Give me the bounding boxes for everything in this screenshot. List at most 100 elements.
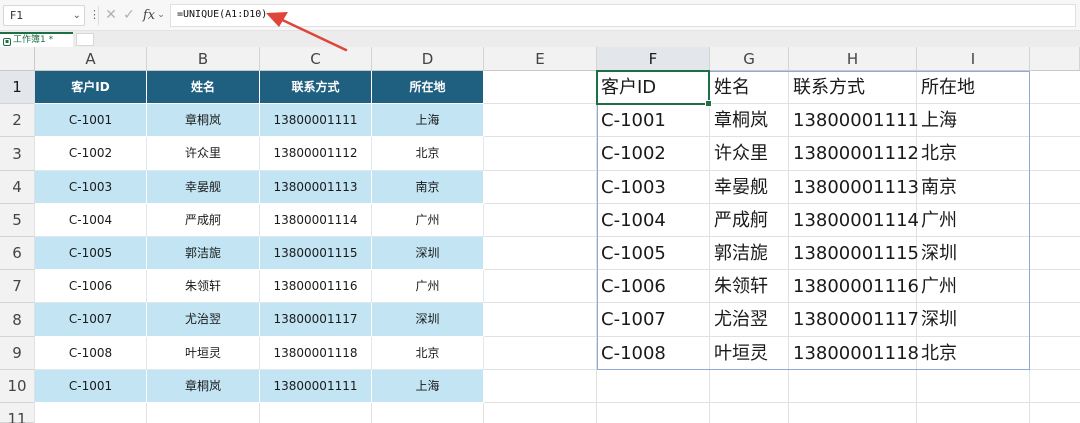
table-cell[interactable]: 严成舸: [147, 204, 260, 237]
result-cell[interactable]: 严成舸: [710, 204, 789, 237]
result-cell[interactable]: 章桐岚: [710, 104, 789, 137]
column-header-d[interactable]: D: [372, 47, 484, 71]
table-cell[interactable]: C-1002: [35, 137, 147, 171]
column-header-c[interactable]: C: [260, 47, 372, 71]
row-header-3[interactable]: 3: [0, 137, 35, 171]
result-cell[interactable]: C-1003: [597, 171, 710, 204]
insert-function-icon[interactable]: fx: [141, 6, 157, 25]
result-cell[interactable]: 朱领轩: [710, 270, 789, 303]
table-cell[interactable]: 13800001117: [260, 303, 372, 337]
column-header-e[interactable]: E: [484, 47, 597, 71]
result-header-cell[interactable]: 姓名: [710, 71, 789, 104]
result-cell[interactable]: C-1001: [597, 104, 710, 137]
table-cell[interactable]: 北京: [372, 337, 484, 370]
result-cell[interactable]: 13800001112: [789, 137, 919, 171]
result-cell[interactable]: 叶垣灵: [710, 337, 789, 370]
result-header-cell[interactable]: 客户ID: [597, 71, 710, 104]
table-cell[interactable]: 幸晏舰: [147, 171, 260, 204]
table-cell[interactable]: 广州: [372, 204, 484, 237]
column-header-i[interactable]: I: [917, 47, 1030, 71]
row-header-6[interactable]: 6: [0, 237, 35, 270]
table-cell[interactable]: 13800001115: [260, 237, 372, 270]
result-cell[interactable]: 广州: [917, 270, 1030, 303]
row-header-10[interactable]: 10: [0, 370, 35, 403]
row-header-2[interactable]: 2: [0, 104, 35, 137]
table-cell[interactable]: 章桐岚: [147, 104, 260, 137]
result-cell[interactable]: 13800001115: [789, 237, 919, 270]
table-cell[interactable]: 南京: [372, 171, 484, 204]
table-cell[interactable]: 13800001116: [260, 270, 372, 303]
table-header-cell[interactable]: 客户ID: [35, 71, 147, 104]
table-cell[interactable]: 13800001113: [260, 171, 372, 204]
row-header-4[interactable]: 4: [0, 171, 35, 204]
result-cell[interactable]: 幸晏舰: [710, 171, 789, 204]
more-options-icon[interactable]: ⋮: [89, 8, 100, 22]
result-cell[interactable]: C-1005: [597, 237, 710, 270]
table-cell[interactable]: 朱领轩: [147, 270, 260, 303]
new-tab-button[interactable]: [76, 33, 94, 46]
table-cell[interactable]: 叶垣灵: [147, 337, 260, 370]
row-header-7[interactable]: 7: [0, 270, 35, 303]
result-cell[interactable]: 北京: [917, 137, 1030, 171]
row-header-1[interactable]: 1: [0, 71, 35, 104]
result-cell[interactable]: 13800001116: [789, 270, 919, 303]
table-cell[interactable]: C-1001: [35, 370, 147, 403]
result-cell[interactable]: 南京: [917, 171, 1030, 204]
result-cell[interactable]: 深圳: [917, 303, 1030, 337]
result-header-cell[interactable]: 所在地: [917, 71, 1030, 104]
table-header-cell[interactable]: 所在地: [372, 71, 484, 104]
table-cell[interactable]: 13800001114: [260, 204, 372, 237]
result-header-cell[interactable]: 联系方式: [789, 71, 917, 104]
table-cell[interactable]: C-1001: [35, 104, 147, 137]
select-all-corner[interactable]: [0, 47, 35, 71]
column-header-b[interactable]: B: [147, 47, 260, 71]
name-box[interactable]: F1 ⌄: [3, 5, 85, 26]
table-cell[interactable]: C-1006: [35, 270, 147, 303]
table-cell[interactable]: 13800001111: [260, 104, 372, 137]
table-cell[interactable]: C-1008: [35, 337, 147, 370]
row-header-8[interactable]: 8: [0, 303, 35, 337]
table-cell[interactable]: C-1005: [35, 237, 147, 270]
result-cell[interactable]: 许众里: [710, 137, 789, 171]
column-header-f[interactable]: F: [597, 47, 710, 71]
result-cell[interactable]: 13800001111: [789, 104, 919, 137]
table-cell[interactable]: 深圳: [372, 303, 484, 337]
result-cell[interactable]: 13800001114: [789, 204, 919, 237]
table-header-cell[interactable]: 姓名: [147, 71, 260, 104]
table-cell[interactable]: 13800001112: [260, 137, 372, 171]
table-cell[interactable]: 许众里: [147, 137, 260, 171]
formula-input[interactable]: =UNIQUE(A1:D10): [170, 4, 1076, 27]
table-cell[interactable]: 13800001118: [260, 337, 372, 370]
sheet-tab-active[interactable]: ▪ 工作簿1 *: [0, 32, 73, 47]
result-cell[interactable]: C-1006: [597, 270, 710, 303]
table-cell[interactable]: 13800001111: [260, 370, 372, 403]
result-cell[interactable]: 13800001113: [789, 171, 919, 204]
table-cell[interactable]: 北京: [372, 137, 484, 171]
table-cell[interactable]: C-1003: [35, 171, 147, 204]
result-cell[interactable]: 北京: [917, 337, 1030, 370]
row-header-9[interactable]: 9: [0, 337, 35, 370]
check-icon[interactable]: ✓: [121, 6, 137, 25]
table-cell[interactable]: C-1004: [35, 204, 147, 237]
table-cell[interactable]: 尤治翌: [147, 303, 260, 337]
result-cell[interactable]: 广州: [917, 204, 1030, 237]
result-cell[interactable]: C-1008: [597, 337, 710, 370]
result-cell[interactable]: 上海: [917, 104, 1030, 137]
table-cell[interactable]: C-1007: [35, 303, 147, 337]
table-cell[interactable]: 深圳: [372, 237, 484, 270]
table-cell[interactable]: 章桐岚: [147, 370, 260, 403]
result-cell[interactable]: 13800001118: [789, 337, 919, 370]
chevron-down-icon[interactable]: ⌄: [73, 6, 81, 25]
table-cell[interactable]: 郭洁旎: [147, 237, 260, 270]
table-header-cell[interactable]: 联系方式: [260, 71, 372, 104]
column-header-a[interactable]: A: [35, 47, 147, 71]
result-cell[interactable]: 郭洁旎: [710, 237, 789, 270]
table-cell[interactable]: 上海: [372, 104, 484, 137]
row-header-5[interactable]: 5: [0, 204, 35, 237]
result-cell[interactable]: 13800001117: [789, 303, 919, 337]
result-cell[interactable]: 尤治翌: [710, 303, 789, 337]
row-header-11[interactable]: 11: [0, 403, 35, 423]
table-cell[interactable]: 广州: [372, 270, 484, 303]
column-header-g[interactable]: G: [710, 47, 789, 71]
result-cell[interactable]: 深圳: [917, 237, 1030, 270]
